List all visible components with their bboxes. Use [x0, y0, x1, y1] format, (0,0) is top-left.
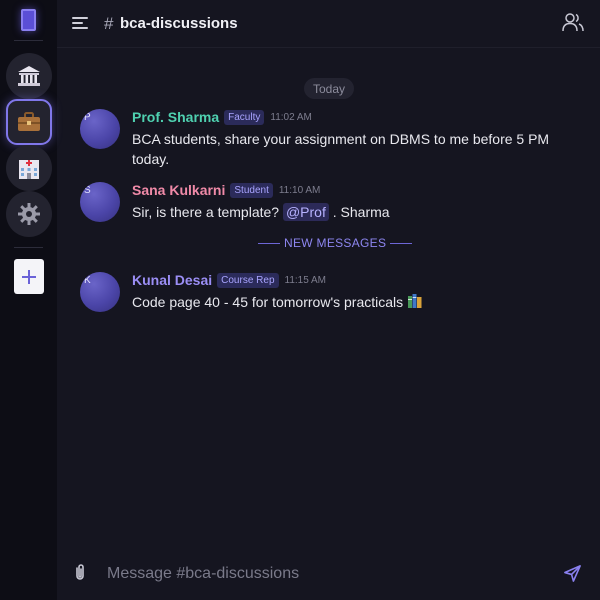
- channel-hash-icon: #: [104, 14, 114, 33]
- message-composer: [57, 552, 600, 596]
- channel-header: # bca-discussions: [57, 0, 600, 48]
- message-text-part: Code page 40 - 45 for tomorrow's practic…: [132, 294, 404, 310]
- bank-icon: [18, 66, 40, 86]
- timestamp: 11:02 AM: [270, 111, 312, 123]
- channel-title: bca-discussions: [120, 15, 238, 32]
- new-messages-label: NEW MESSAGES: [284, 236, 387, 250]
- message-header: Prof. Sharma Faculty 11:02 AM: [132, 109, 312, 125]
- message-text: Sir, is there a template? @Prof . Sharma: [132, 202, 562, 222]
- message-text-part: . Sharma: [328, 204, 390, 220]
- add-server-button[interactable]: [14, 259, 44, 294]
- message-text: BCA students, share your assignment on D…: [132, 131, 550, 167]
- timestamp: 11:15 AM: [284, 274, 327, 286]
- avatar[interactable]: S: [80, 182, 120, 222]
- server-rail: [0, 0, 57, 600]
- author-name[interactable]: Kunal Desai: [132, 272, 212, 288]
- server-bank[interactable]: [6, 53, 52, 99]
- timestamp: 11:10 AM: [278, 184, 321, 196]
- role-badge: Student: [230, 182, 273, 198]
- avatar[interactable]: P: [80, 109, 120, 149]
- message-text: Code page 40 - 45 for tomorrow's practic…: [132, 292, 562, 312]
- server-hospital[interactable]: [6, 145, 52, 191]
- plus-icon: [22, 269, 36, 284]
- menu-icon[interactable]: [72, 15, 90, 31]
- members-icon[interactable]: [562, 11, 584, 33]
- message-text-part: Sir, is there a template?: [132, 204, 283, 220]
- briefcase-icon: [18, 112, 40, 131]
- role-badge: Faculty: [224, 109, 265, 125]
- message-header: Kunal Desai Course Rep 11:15 AM: [132, 272, 326, 288]
- server-settings[interactable]: [6, 191, 52, 237]
- avatar[interactable]: K: [80, 272, 120, 312]
- user-mention[interactable]: @Prof: [282, 203, 329, 221]
- hospital-icon: [19, 160, 39, 179]
- send-icon[interactable]: [563, 564, 582, 583]
- role-badge: Course Rep: [217, 272, 279, 288]
- message-input[interactable]: [107, 562, 547, 586]
- new-messages-divider: NEW MESSAGES: [258, 236, 413, 250]
- rail-divider: [14, 40, 43, 41]
- date-separator: Today: [304, 78, 354, 99]
- author-name[interactable]: Sana Kulkarni: [132, 182, 225, 198]
- rail-divider: [14, 247, 43, 248]
- message-header: Sana Kulkarni Student 11:10 AM: [132, 182, 320, 198]
- books-icon: [408, 294, 422, 308]
- gear-icon: [18, 203, 40, 225]
- server-briefcase[interactable]: [6, 99, 52, 145]
- app-window: # bca-discussions Today P Prof. Sharma F…: [0, 0, 600, 600]
- paperclip-icon[interactable]: [73, 564, 89, 582]
- author-name[interactable]: Prof. Sharma: [132, 109, 219, 125]
- app-logo-icon[interactable]: [21, 9, 36, 31]
